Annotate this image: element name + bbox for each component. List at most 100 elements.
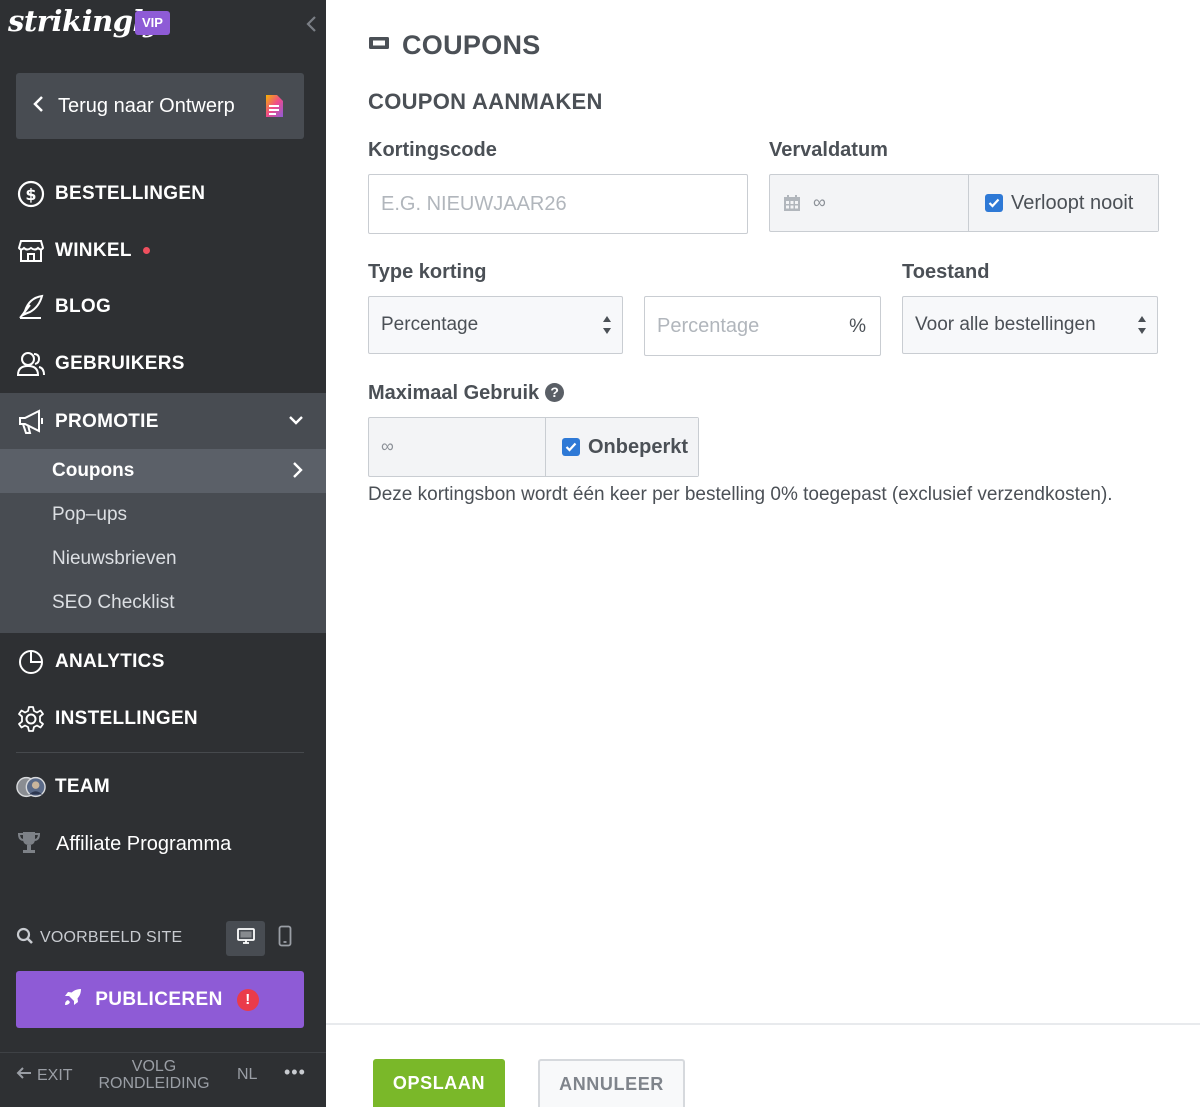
nav-analytics-label: ANALYTICS — [55, 650, 165, 672]
affiliate-program-label: Affiliate Programma — [56, 832, 232, 855]
unlimited-label: Onbeperkt — [588, 435, 689, 458]
discount-type-select[interactable]: Percentage — [368, 296, 623, 354]
max-usage-label: Maximaal Gebruik — [368, 382, 540, 404]
submenu-nieuwsbrieven-label: Nieuwsbrieven — [52, 548, 177, 569]
nav-blog-label: BLOG — [55, 295, 112, 317]
max-usage-label-row: Maximaal Gebruik? — [368, 382, 565, 405]
expiry-date-label: Vervaldatum — [769, 139, 888, 161]
pie-chart-icon — [16, 647, 46, 677]
sidebar-divider — [16, 752, 304, 753]
max-usage-group: ∞ Onbeperkt — [368, 417, 699, 477]
footer-divider — [0, 1052, 326, 1053]
calendar-icon — [783, 194, 801, 217]
unlimited-option[interactable]: Onbeperkt — [545, 418, 698, 476]
more-options-icon[interactable]: ••• — [284, 1062, 306, 1083]
desktop-preview-button[interactable] — [226, 921, 265, 956]
notification-dot — [142, 247, 150, 254]
back-to-design-button[interactable]: Terug naar Ontwerp — [16, 73, 304, 139]
publish-button[interactable]: PUBLICEREN ! — [16, 971, 304, 1028]
submenu-popups[interactable]: Pop–ups — [0, 493, 326, 537]
nav-promotie[interactable]: PROMOTIE — [0, 393, 326, 450]
gear-icon — [16, 704, 46, 734]
discount-amount-field: % — [644, 296, 881, 356]
trophy-icon — [16, 829, 42, 860]
nav-team-label: TEAM — [55, 775, 111, 797]
nav-gebruikers-label: GEBRUIKERS — [55, 352, 185, 374]
select-arrows-icon — [602, 313, 612, 343]
submenu-coupons[interactable]: Coupons — [0, 449, 326, 493]
alert-icon: ! — [236, 988, 259, 1011]
coupon-code-label: Kortingscode — [368, 139, 497, 161]
exit-link[interactable]: EXIT — [16, 1066, 73, 1085]
chevron-down-icon — [288, 413, 304, 431]
nav-winkel-label: WINKEL — [55, 239, 132, 261]
users-icon — [16, 349, 46, 379]
max-usage-value[interactable]: ∞ — [381, 436, 394, 457]
arrow-left-icon — [16, 1066, 32, 1085]
submenu-seo-checklist[interactable]: SEO Checklist — [0, 581, 326, 625]
quill-icon — [16, 292, 46, 322]
rocket-icon — [61, 985, 85, 1014]
unlimited-checkbox[interactable] — [562, 438, 580, 456]
expiry-date-value[interactable]: ∞ — [813, 192, 826, 213]
chevron-left-icon — [32, 95, 44, 118]
nav-blog[interactable]: BLOG — [0, 278, 326, 335]
page-header: COUPONS — [368, 30, 541, 61]
coupon-editor: COUPONS COUPON AANMAKEN Kortingscode Ver… — [326, 0, 1200, 1107]
collapse-sidebar-icon[interactable] — [300, 10, 322, 38]
nav-bestellingen[interactable]: $ BESTELLINGEN — [0, 165, 326, 222]
submenu-seo-checklist-label: SEO Checklist — [52, 592, 175, 613]
preview-site-label: VOORBEELD SITE — [40, 929, 183, 946]
coupon-summary-note: Deze kortingsbon wordt één keer per best… — [368, 484, 1113, 505]
save-button[interactable]: OPSLAAN — [373, 1059, 505, 1107]
never-expires-checkbox[interactable] — [985, 194, 1003, 212]
nav-team[interactable]: TEAM — [0, 758, 326, 815]
guided-tour-link[interactable]: VOLG RONDLEIDING — [96, 1058, 212, 1092]
chevron-right-icon — [292, 461, 304, 485]
submenu-popups-label: Pop–ups — [52, 504, 128, 525]
desktop-icon — [236, 927, 256, 950]
submenu-nieuwsbrieven[interactable]: Nieuwsbrieven — [0, 537, 326, 581]
publish-label: PUBLICEREN — [95, 988, 223, 1010]
document-icon — [264, 94, 284, 123]
sidebar: strikingly VIP Terug naar Ontwerp $ BEST… — [0, 0, 326, 1107]
percent-unit: % — [849, 316, 866, 337]
store-icon — [16, 236, 46, 266]
affiliate-program-link[interactable]: Affiliate Programma — [16, 818, 231, 870]
team-avatars-icon — [16, 772, 46, 802]
mobile-icon — [278, 925, 292, 952]
condition-select[interactable]: Voor alle bestellingen — [902, 296, 1158, 354]
nav-analytics[interactable]: ANALYTICS — [0, 633, 326, 690]
discount-amount-input[interactable] — [645, 297, 880, 355]
mobile-preview-button[interactable] — [270, 921, 300, 956]
help-icon[interactable]: ? — [545, 382, 565, 402]
nav-gebruikers[interactable]: GEBRUIKERS — [0, 335, 326, 392]
nav-promotie-label: PROMOTIE — [55, 410, 159, 432]
nav-instellingen[interactable]: INSTELLINGEN — [0, 690, 326, 747]
megaphone-icon — [16, 407, 46, 437]
back-to-design-label: Terug naar Ontwerp — [58, 94, 235, 117]
search-icon — [16, 927, 34, 950]
select-arrows-icon — [1137, 313, 1147, 343]
expiry-date-group: ∞ Verloopt nooit — [769, 174, 1159, 232]
discount-type-value: Percentage — [381, 314, 479, 335]
section-title: COUPON AANMAKEN — [368, 89, 603, 114]
ticket-icon — [368, 35, 390, 56]
never-expires-option[interactable]: Verloopt nooit — [968, 175, 1158, 231]
preview-site-link[interactable]: VOORBEELD SITE — [16, 920, 182, 956]
cancel-button[interactable]: ANNULEER — [538, 1059, 685, 1107]
nav-instellingen-label: INSTELLINGEN — [55, 707, 198, 729]
condition-value: Voor alle bestellingen — [915, 314, 1096, 335]
exit-label: EXIT — [37, 1066, 73, 1084]
submenu-coupons-label: Coupons — [52, 460, 135, 481]
page-title: COUPONS — [402, 30, 541, 60]
coupon-code-input[interactable] — [369, 175, 747, 233]
discount-type-label: Type korting — [368, 261, 487, 283]
coupon-code-field — [368, 174, 748, 234]
nav-bestellingen-label: BESTELLINGEN — [55, 182, 206, 204]
nav-winkel[interactable]: WINKEL — [0, 222, 326, 279]
language-switch[interactable]: NL — [237, 1066, 257, 1084]
vip-badge: VIP — [135, 11, 170, 35]
svg-text:$: $ — [25, 185, 36, 204]
dollar-circle-icon: $ — [16, 179, 46, 209]
